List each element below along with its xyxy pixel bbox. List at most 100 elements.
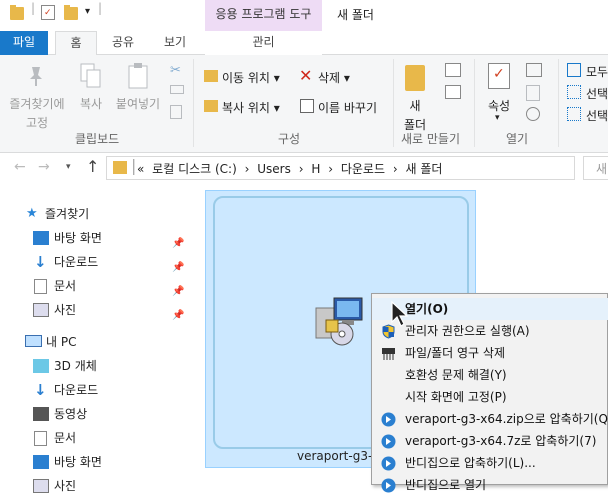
breadcrumb-separator[interactable]: › [328,162,333,176]
select-all-button[interactable]: 모두 [586,63,608,80]
back-icon[interactable]: ← [14,159,26,175]
search-input[interactable]: 새 [583,156,608,180]
tab-manage[interactable]: 관리 [205,31,322,55]
tab-share[interactable]: 공유 [105,31,141,55]
copy-icon [80,63,102,89]
ribbon-tabs: 파일 홈 공유 보기 관리 [0,31,608,56]
ribbon: 즐겨찾기에 고정 복사 붙여넣기 ✂ 클립보드 이동 위치 ▾ 복사 위치 ▾ … [0,55,608,153]
nav-documents[interactable]: 문서 📌 [0,274,200,298]
new-item-icon[interactable] [445,63,461,77]
breadcrumb-separator[interactable]: › [393,162,398,176]
invert-selection-button[interactable]: 선택 [586,107,608,124]
easy-access-icon[interactable] [445,85,461,99]
menu-item-label: 반디집으로 압축하기(L)... [405,456,536,470]
nav-label: 다운로드 [54,255,99,269]
shredder-icon [381,346,396,361]
new-folder-icon [405,65,425,91]
breadcrumb-separator[interactable]: › [299,162,304,176]
open-icon[interactable] [526,63,542,77]
installer-icon [314,296,366,348]
copy-button[interactable]: 복사 [72,95,110,112]
file-name[interactable]: veraport-g3-x [297,449,379,463]
nav-videos[interactable]: 동영상 [0,402,200,426]
menu-item-permanent-delete[interactable]: 파일/폴더 영구 삭제 [372,342,608,364]
separator: | [131,156,137,175]
menu-item-compress-zip[interactable]: veraport-g3-x64.zip으로 압축하기(Q) [372,408,608,430]
group-divider [193,59,194,147]
menu-item-label: 시작 화면에 고정(P) [405,390,507,404]
nav-downloads-pc[interactable]: ↓ 다운로드 [0,378,200,402]
document-icon [34,431,47,446]
nav-label: 사진 [54,479,77,493]
select-none-icon [567,85,581,99]
film-icon [33,407,49,421]
pin-label-2: 고정 [25,116,49,130]
pin-icon: 📌 [172,310,185,321]
breadcrumb-item[interactable]: 새 폴더 [405,162,442,176]
group-divider [474,59,475,147]
delete-button[interactable]: 삭제 ▾ [318,69,350,86]
edit-icon[interactable] [526,85,540,101]
download-arrow-icon: ↓ [34,253,47,271]
select-all-icon [567,63,581,77]
cut-icon[interactable]: ✂ [170,63,181,78]
search-placeholder: 새 [596,162,608,176]
copy-path-icon[interactable] [170,85,184,94]
nav-label: 즐겨찾기 [45,207,90,221]
breadcrumb-overflow[interactable]: « [137,162,144,176]
properties-quick-icon[interactable]: ✓ [41,5,55,20]
recent-locations-icon[interactable]: ▾ [66,162,71,172]
nav-pictures[interactable]: 사진 📌 [0,298,200,322]
new-folder-button[interactable]: 새 폴더 [398,97,432,133]
delete-label: 삭제 [318,71,341,85]
breadcrumb-item[interactable]: 로컬 디스크 (C:) [152,162,237,176]
folder-icon[interactable] [10,5,24,20]
move-to-button[interactable]: 이동 위치 ▾ [222,69,280,86]
cube-icon [33,359,49,373]
nav-desktop[interactable]: 바탕 화면 📌 [0,226,200,250]
nav-this-pc[interactable]: 내 PC [0,330,200,354]
copy-to-button[interactable]: 복사 위치 ▾ [222,99,280,116]
menu-item-compress-7z[interactable]: veraport-g3-x64.7z로 압축하기(7) [372,430,608,452]
address-bar[interactable]: | « 로컬 디스크 (C:) › Users › H › 다운로드 › 새 폴… [106,156,575,180]
invert-selection-icon [567,107,581,121]
star-icon: ★ [26,206,38,221]
menu-item-pin-to-start[interactable]: 시작 화면에 고정(P) [372,386,608,408]
pin-to-quick-access-button[interactable]: 즐겨찾기에 고정 [4,95,70,131]
forward-icon[interactable]: → [38,159,50,175]
menu-item-open-bandizip[interactable]: 반디집으로 열기 [372,474,608,496]
nav-quick-access[interactable]: ★ 즐겨찾기 [0,202,200,226]
paste-shortcut-icon[interactable] [170,105,182,119]
nav-desktop-pc[interactable]: 바탕 화면 [0,450,200,474]
rename-button[interactable]: 이름 바꾸기 [318,99,377,116]
nav-3d-objects[interactable]: 3D 개체 [0,354,200,378]
new-group-label: 새로 만들기 [401,132,461,146]
tab-file[interactable]: 파일 [0,31,48,55]
breadcrumb-item[interactable]: Users [257,162,291,176]
nav-downloads[interactable]: ↓ 다운로드 📌 [0,250,200,274]
breadcrumb-separator[interactable]: › [245,162,250,176]
context-tab-header: 응용 프로그램 도구 [205,0,322,31]
new-folder-quick-icon[interactable] [64,5,78,20]
bandizip-icon [381,434,396,449]
breadcrumb-item[interactable]: H [311,162,320,176]
tab-view[interactable]: 보기 [157,31,193,55]
menu-item-label: veraport-g3-x64.7z로 압축하기(7) [405,434,597,448]
tab-home[interactable]: 홈 [55,31,97,56]
nav-label: 동영상 [54,407,88,421]
up-icon[interactable]: ↑ [86,157,99,176]
nav-pictures-pc[interactable]: 사진 [0,474,200,498]
properties-dropdown-icon[interactable]: ▾ [495,113,500,123]
properties-button[interactable]: 속성 [482,97,516,114]
paste-button[interactable]: 붙여넣기 [112,95,164,112]
move-to-icon [204,70,218,82]
breadcrumb-item[interactable]: 다운로드 [341,162,385,176]
properties-icon: ✓ [488,63,510,89]
menu-item-compress-bandizip[interactable]: 반디집으로 압축하기(L)... [372,452,608,474]
history-icon[interactable] [526,107,540,121]
quick-access-dropdown-icon[interactable]: ▾ [85,6,90,17]
nav-documents-pc[interactable]: 문서 [0,426,200,450]
select-none-button[interactable]: 선택 [586,85,608,102]
menu-item-troubleshoot-compatibility[interactable]: 호환성 문제 해결(Y) [372,364,608,386]
move-to-label: 이동 위치 [222,71,270,85]
